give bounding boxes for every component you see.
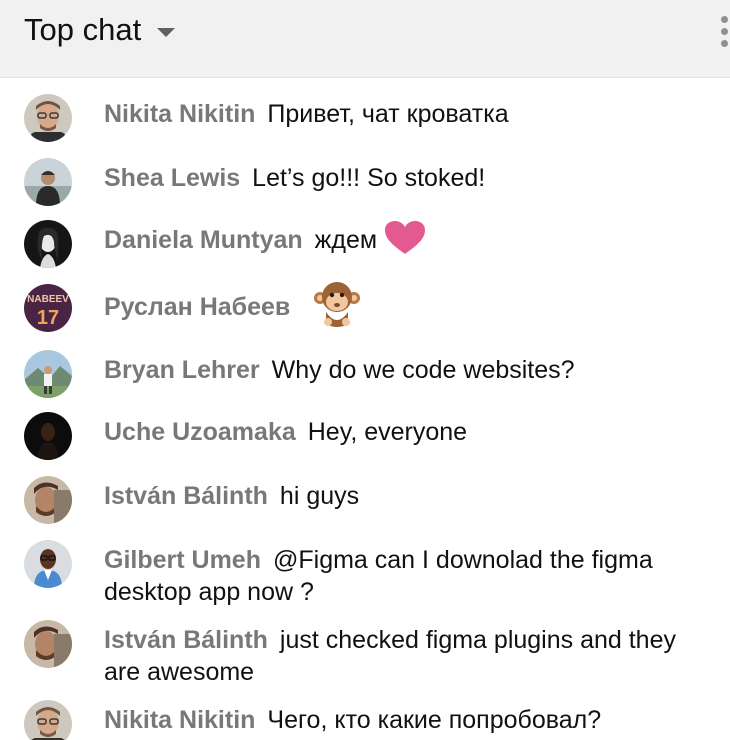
message-author[interactable]: István Bálinth xyxy=(104,482,268,510)
message-author[interactable]: Gilbert Umeh xyxy=(104,546,261,574)
avatar-istvan[interactable] xyxy=(24,620,72,668)
message-author[interactable]: Uche Uzoamaka xyxy=(104,418,296,446)
avatar-uche[interactable] xyxy=(24,412,72,460)
svg-text:NABEEV: NABEEV xyxy=(27,294,69,305)
message-author[interactable]: Shea Lewis xyxy=(104,164,240,192)
caret-down-icon xyxy=(157,27,176,37)
avatar-shea[interactable] xyxy=(24,158,72,206)
avatar-bryan[interactable] xyxy=(24,350,72,398)
message-text: Чего, кто какие попробовал? xyxy=(267,706,602,734)
avatar-nikita[interactable] xyxy=(24,94,72,142)
more-vert-icon[interactable] xyxy=(716,14,730,50)
message-text: ждем xyxy=(314,226,378,254)
message-author[interactable]: István Bálinth xyxy=(104,626,268,654)
chat-message-list[interactable]: Nikita Nikitin Привет, чат кроватка Shea … xyxy=(0,78,730,740)
message-author[interactable]: Nikita Nikitin xyxy=(104,706,255,734)
message-author[interactable]: Nikita Nikitin xyxy=(104,100,255,128)
avatar-ruslan[interactable]: NABEEV 17 xyxy=(24,284,72,332)
heart-icon xyxy=(385,221,426,255)
message-text: Let’s go!!! So stoked! xyxy=(252,164,486,192)
chat-header: Top chat xyxy=(0,0,730,78)
avatar-gilbert[interactable] xyxy=(24,540,72,588)
svg-text:17: 17 xyxy=(37,307,59,329)
chat-mode-dropdown[interactable]: Top chat xyxy=(24,10,176,50)
avatar-daniela[interactable] xyxy=(24,220,72,268)
message-author[interactable]: Руслан Набеев xyxy=(104,293,290,321)
avatar-nikita[interactable] xyxy=(24,700,72,740)
monkey-icon xyxy=(314,282,361,327)
message-author[interactable]: Bryan Lehrer xyxy=(104,356,260,384)
message-text: Привет, чат кроватка xyxy=(267,100,509,128)
message-author[interactable]: Daniela Muntyan xyxy=(104,226,303,254)
chat-mode-label: Top chat xyxy=(24,12,142,47)
message-text: hi guys xyxy=(279,482,360,510)
avatar-istvan[interactable] xyxy=(24,476,72,524)
message-text: Hey, everyone xyxy=(307,418,468,446)
message-text: Why do we code websites? xyxy=(271,356,575,384)
